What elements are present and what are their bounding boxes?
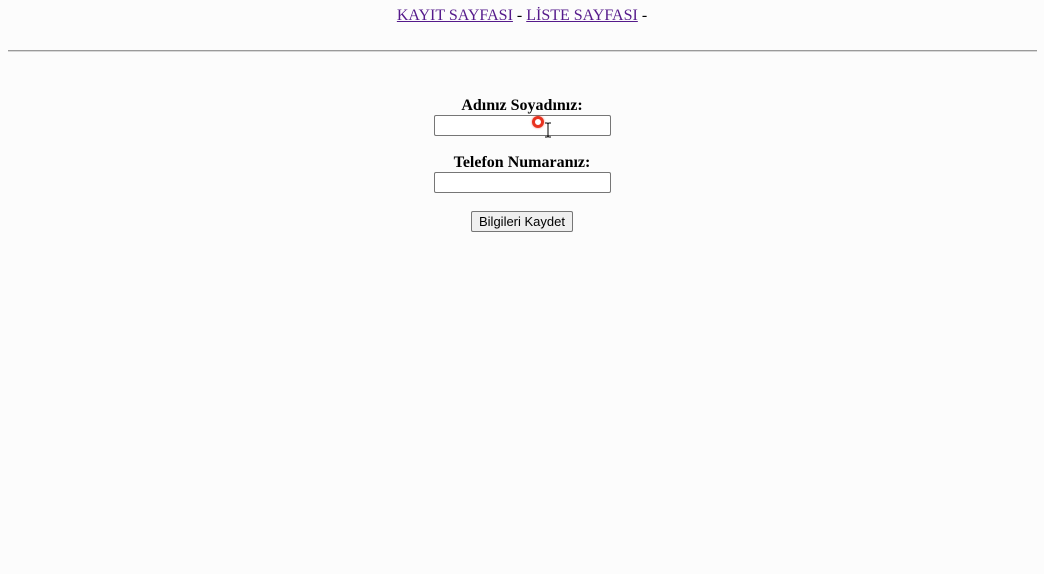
page: KAYIT SAYFASI - LİSTE SAYFASI - Adınız S…	[0, 0, 1044, 574]
nav-separator: -	[641, 7, 648, 24]
text-cursor-icon	[545, 122, 551, 138]
click-highlight-icon	[532, 116, 544, 128]
name-input[interactable]	[433, 115, 611, 136]
registration-form: Adınız Soyadınız: Telefon Numaranız: Bil…	[0, 96, 1044, 232]
phone-input[interactable]	[433, 172, 611, 193]
save-button[interactable]: Bilgileri Kaydet	[471, 211, 573, 232]
horizontal-divider	[8, 50, 1037, 52]
top-nav: KAYIT SAYFASI - LİSTE SAYFASI -	[0, 6, 1044, 26]
nav-separator: -	[516, 7, 523, 24]
nav-link-register[interactable]: KAYIT SAYFASI	[397, 7, 513, 24]
name-label: Adınız Soyadınız:	[461, 97, 583, 114]
phone-label: Telefon Numaranız:	[453, 154, 591, 171]
nav-link-list[interactable]: LİSTE SAYFASI	[526, 7, 638, 24]
